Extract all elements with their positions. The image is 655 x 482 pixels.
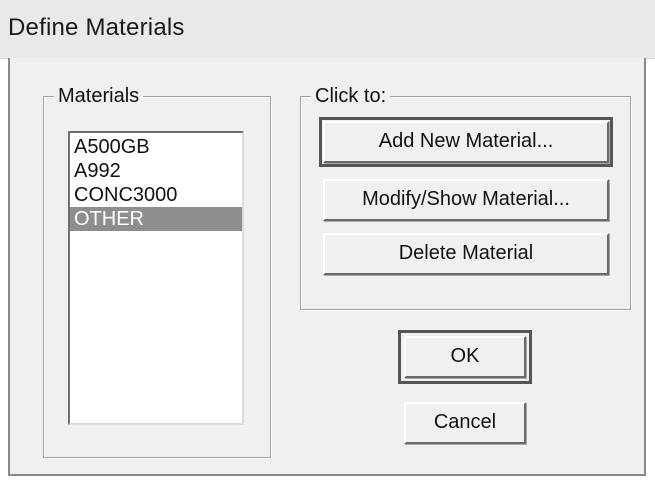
list-item[interactable]: A992 — [70, 159, 242, 183]
list-item[interactable]: A500GB — [70, 135, 242, 159]
modify-show-material-button[interactable]: Modify/Show Material... — [323, 179, 609, 221]
define-materials-dialog: Define Materials Materials A500GB A992 C… — [0, 0, 655, 482]
list-item[interactable]: CONC3000 — [70, 183, 242, 207]
dialog-body: Materials A500GB A992 CONC3000 OTHER Cli… — [8, 58, 646, 476]
cancel-button[interactable]: Cancel — [404, 402, 526, 444]
delete-material-button[interactable]: Delete Material — [323, 233, 609, 275]
materials-group-legend: Materials — [54, 83, 144, 109]
ok-button[interactable]: OK — [404, 336, 526, 378]
click-to-group-legend: Click to: — [311, 83, 391, 109]
title-bar[interactable]: Define Materials — [0, 0, 655, 59]
list-item-selected[interactable]: OTHER — [70, 207, 242, 231]
materials-list[interactable]: A500GB A992 CONC3000 OTHER — [68, 131, 244, 425]
materials-group: Materials A500GB A992 CONC3000 OTHER — [43, 83, 271, 458]
add-new-material-button[interactable]: Add New Material... — [323, 121, 609, 163]
click-to-group: Click to: Add New Material... Modify/Sho… — [300, 83, 631, 310]
window-title: Define Materials — [8, 14, 185, 41]
